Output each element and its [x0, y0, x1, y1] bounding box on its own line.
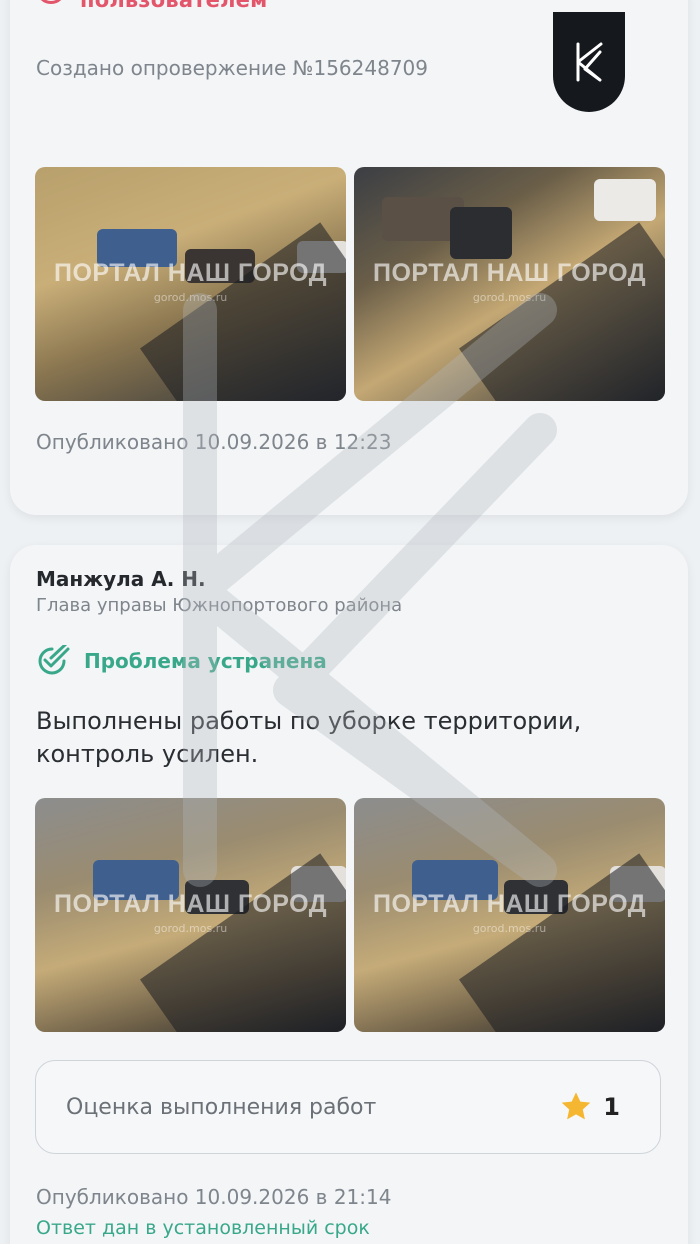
car-dark [450, 207, 512, 259]
car-white [594, 179, 656, 221]
rejected-by-label: пользователем [80, 0, 268, 12]
published-date: Опубликовано 10.09.2026 в 12:23 [36, 430, 392, 454]
page: пользователем Создано опровержение №1562… [0, 0, 700, 1244]
check-double-icon [38, 645, 70, 675]
author-position: Глава управы Южнопортового района [36, 595, 403, 616]
status-row: Проблема устранена [36, 645, 327, 677]
answer-text: Выполнены работы по уборке территории, к… [36, 707, 582, 768]
brand-logo-icon [576, 42, 603, 82]
photo-watermark-url: gorod.mos.ru [153, 922, 228, 935]
rejection-status: пользователем [36, 0, 268, 12]
photo-watermark: ПОРТАЛ НАШ ГОРОД [53, 890, 328, 918]
photo-thumbnail[interactable]: ПОРТАЛ НАШ ГОРОД gorod.mos.ru [35, 167, 346, 401]
photo-watermark: ПОРТАЛ НАШ ГОРОД [53, 259, 328, 287]
rating-label: Оценка выполнения работ [66, 1094, 377, 1120]
rating-number: 1 [603, 1093, 620, 1121]
refutation-number: Создано опровержение №156248709 [36, 56, 429, 80]
author-name: Манжула А. Н. [36, 567, 206, 591]
official-answer-card: Манжула А. Н. Глава управы Южнопортового… [10, 545, 688, 1244]
photo-thumbnail[interactable]: ПОРТАЛ НАШ ГОРОД gorod.mos.ru [354, 798, 665, 1032]
photo-thumbnail[interactable]: ПОРТАЛ НАШ ГОРОД gorod.mos.ru [35, 798, 346, 1032]
photo-watermark: ПОРТАЛ НАШ ГОРОД [372, 890, 647, 918]
rating-button[interactable]: Оценка выполнения работ 1 [35, 1060, 661, 1154]
published-date: Опубликовано 10.09.2026 в 21:14 [36, 1185, 392, 1209]
star-icon [561, 1092, 591, 1120]
refutation-photos: ПОРТАЛ НАШ ГОРОД gorod.mos.ru ПОРТАЛ НАШ… [35, 167, 665, 401]
photo-watermark-url: gorod.mos.ru [153, 291, 228, 304]
answer-photos: ПОРТАЛ НАШ ГОРОД gorod.mos.ru ПОРТАЛ НАШ… [35, 798, 665, 1032]
brand-badge[interactable] [553, 12, 625, 112]
status-label: Проблема устранена [84, 649, 327, 673]
rating-value: 1 [559, 1091, 620, 1123]
photo-thumbnail[interactable]: ПОРТАЛ НАШ ГОРОД gorod.mos.ru [354, 167, 665, 401]
photo-watermark-url: gorod.mos.ru [472, 922, 547, 935]
answer-deadline-status: Ответ дан в установленный срок [36, 1217, 370, 1239]
close-circle-icon [36, 0, 66, 4]
photo-watermark: ПОРТАЛ НАШ ГОРОД [372, 259, 647, 287]
photo-watermark-url: gorod.mos.ru [472, 291, 547, 304]
